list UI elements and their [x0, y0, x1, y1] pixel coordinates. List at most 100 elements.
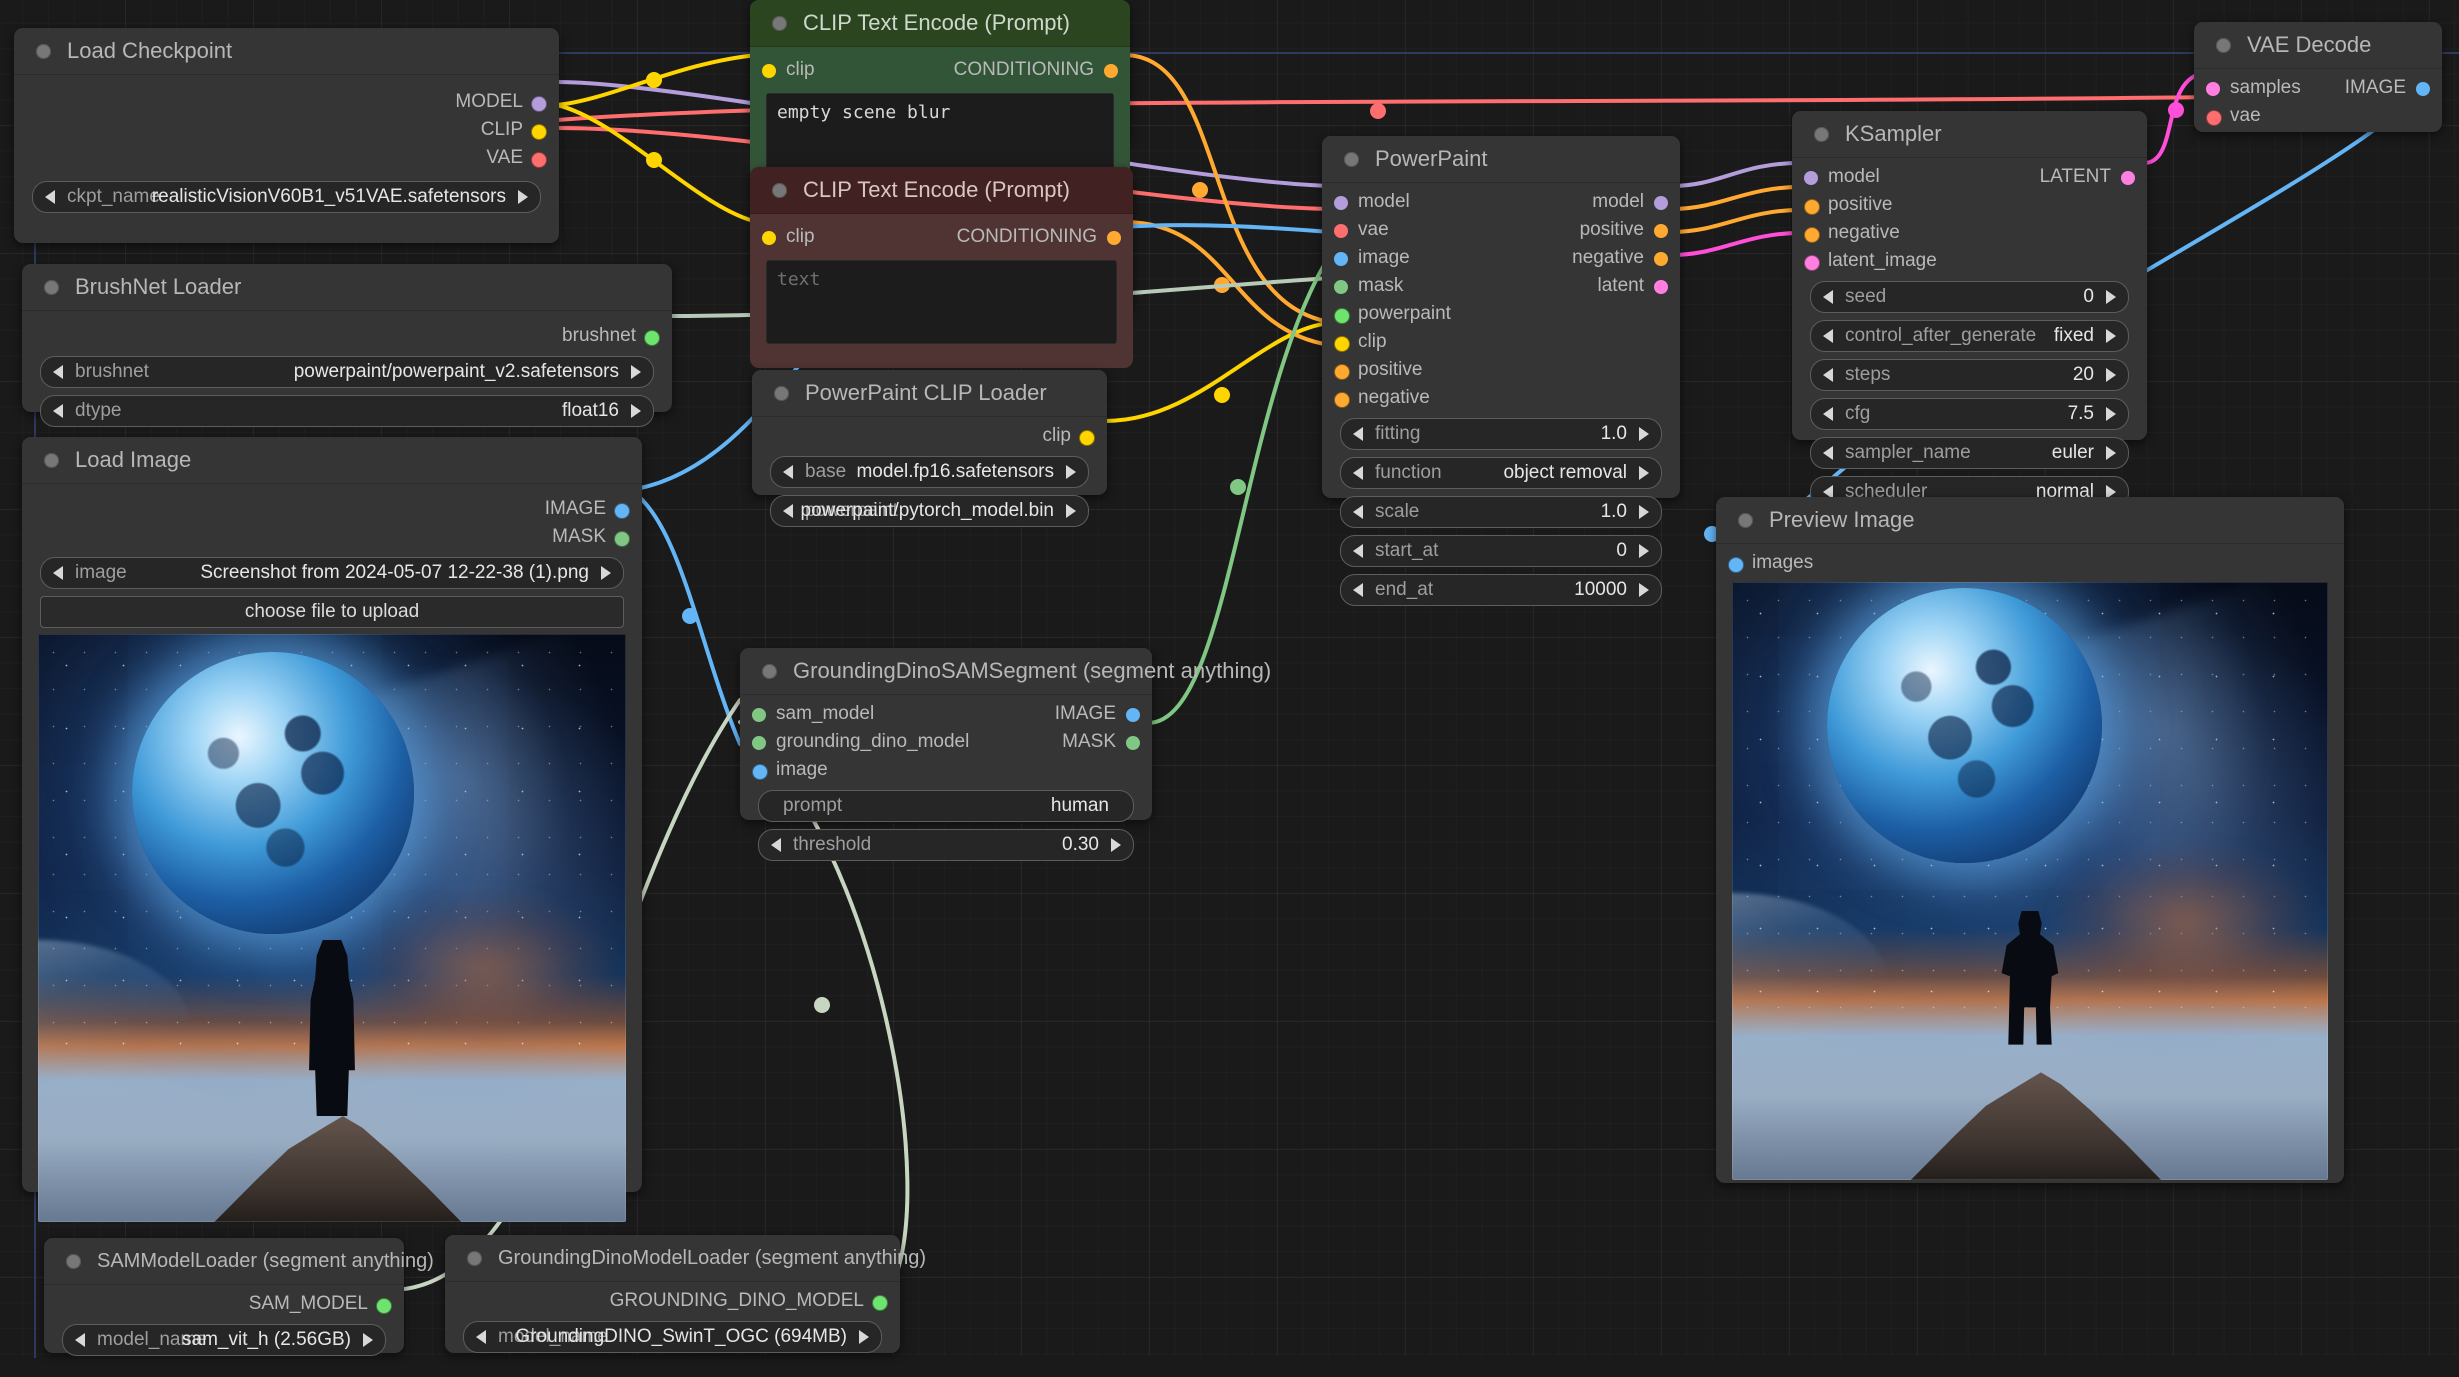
slot-pin-image[interactable]: [1126, 708, 1140, 722]
node-grounding-dino-model-loader[interactable]: GroundingDinoModelLoader (segment anythi…: [445, 1235, 926, 1353]
image-preview-result[interactable]: [1732, 582, 2328, 1180]
widget-steps[interactable]: steps 20: [1810, 359, 2129, 391]
slot-pin-sam-model[interactable]: [752, 708, 766, 722]
widget-function[interactable]: function object removal: [1340, 457, 1662, 489]
prev-arrow-icon[interactable]: [1823, 329, 1833, 343]
output-slot-sam-model[interactable]: SAM_MODEL: [44, 1293, 404, 1317]
node-load-checkpoint[interactable]: Load Checkpoint MODEL CLIP VAE ckpt_name…: [14, 28, 559, 243]
slot-pin-brushnet[interactable]: [644, 330, 660, 346]
next-arrow-icon[interactable]: [1639, 466, 1649, 480]
node-title-bar[interactable]: GroundingDinoSAMSegment (segment anythin…: [740, 648, 1271, 695]
collapse-icon[interactable]: [1738, 512, 1753, 528]
slot-pin-clip[interactable]: [1334, 336, 1350, 352]
prev-arrow-icon[interactable]: [1353, 427, 1363, 441]
next-arrow-icon[interactable]: [1639, 583, 1649, 597]
slot-pin-vae[interactable]: [2206, 110, 2222, 126]
widget-image[interactable]: image Screenshot from 2024-05-07 12-22-3…: [40, 557, 624, 589]
node-title-bar[interactable]: CLIP Text Encode (Prompt): [750, 0, 1130, 47]
collapse-icon[interactable]: [2216, 37, 2231, 53]
prev-arrow-icon[interactable]: [45, 190, 55, 204]
slot-pin-negative-out[interactable]: [1654, 252, 1668, 266]
slot-pin-negative[interactable]: [1804, 227, 1820, 243]
slot-pin-samples[interactable]: [2206, 82, 2220, 96]
collapse-icon[interactable]: [66, 1253, 81, 1269]
input-slot-latent-image[interactable]: latent_image: [1792, 250, 2147, 274]
input-slot-image[interactable]: image: [740, 759, 1152, 783]
slot-pin-image[interactable]: [614, 503, 630, 519]
node-title-bar[interactable]: GroundingDinoModelLoader (segment anythi…: [445, 1235, 926, 1282]
input-slot-positive[interactable]: positive: [1322, 359, 1680, 383]
slot-pin-grounding-dino-model[interactable]: [872, 1295, 888, 1311]
collapse-icon[interactable]: [467, 1250, 482, 1266]
node-clip-text-encode-positive[interactable]: CLIP Text Encode (Prompt) clip CONDITION…: [750, 0, 1130, 201]
node-title-bar[interactable]: PowerPaint: [1322, 136, 1680, 183]
node-powerpaint-clip-loader[interactable]: PowerPaint CLIP Loader clip base model.f…: [752, 370, 1107, 527]
node-powerpaint[interactable]: PowerPaint model model vae positive imag…: [1322, 136, 1680, 606]
node-title-bar[interactable]: Load Checkpoint: [14, 28, 559, 75]
next-arrow-icon[interactable]: [1111, 838, 1121, 852]
prev-arrow-icon[interactable]: [1823, 368, 1833, 382]
output-slot-clip[interactable]: CLIP: [14, 119, 559, 143]
slot-pin-image-in[interactable]: [752, 764, 768, 780]
node-title-bar[interactable]: CLIP Text Encode (Prompt): [750, 167, 1133, 214]
node-clip-text-encode-negative[interactable]: CLIP Text Encode (Prompt) clip CONDITION…: [750, 167, 1133, 368]
input-slot-vae[interactable]: vae: [2194, 105, 2442, 129]
collapse-icon[interactable]: [772, 182, 787, 198]
next-arrow-icon[interactable]: [2106, 446, 2116, 460]
node-preview-image[interactable]: Preview Image images: [1716, 497, 2344, 1183]
prev-arrow-icon[interactable]: [783, 504, 793, 518]
node-sam-model-loader[interactable]: SAMModelLoader (segment anything) SAM_MO…: [44, 1238, 434, 1356]
slot-pin-mask[interactable]: [614, 531, 630, 547]
slot-pin-mask[interactable]: [1334, 280, 1348, 294]
slot-pin-latent-out[interactable]: [2121, 171, 2135, 185]
slot-pin-image-out[interactable]: [2416, 82, 2430, 96]
widget-seed[interactable]: seed 0: [1810, 281, 2129, 313]
output-slot-vae[interactable]: VAE: [14, 147, 559, 171]
slot-pin-clip[interactable]: [762, 231, 776, 245]
node-vae-decode[interactable]: VAE Decode samples IMAGE vae: [2194, 22, 2442, 132]
prev-arrow-icon[interactable]: [1353, 466, 1363, 480]
node-ksampler[interactable]: KSampler model LATENT positive negative …: [1792, 111, 2147, 547]
prev-arrow-icon[interactable]: [75, 1333, 85, 1347]
next-arrow-icon[interactable]: [518, 190, 528, 204]
node-brushnet-loader[interactable]: BrushNet Loader brushnet brushnet powerp…: [22, 264, 672, 427]
input-slot-negative[interactable]: negative: [1792, 222, 2147, 246]
prev-arrow-icon[interactable]: [1353, 505, 1363, 519]
prev-arrow-icon[interactable]: [1823, 290, 1833, 304]
next-arrow-icon[interactable]: [1066, 465, 1076, 479]
node-title-bar[interactable]: KSampler: [1792, 111, 2147, 158]
node-title-bar[interactable]: VAE Decode: [2194, 22, 2442, 69]
node-title-bar[interactable]: Preview Image: [1716, 497, 2344, 544]
slot-pin-vae[interactable]: [531, 152, 547, 168]
node-grounding-dino-sam-segment[interactable]: GroundingDinoSAMSegment (segment anythin…: [740, 648, 1271, 861]
input-slot-images[interactable]: images: [1716, 552, 2344, 576]
prev-arrow-icon[interactable]: [1353, 583, 1363, 597]
slot-pin-positive[interactable]: [1334, 364, 1350, 380]
prev-arrow-icon[interactable]: [53, 566, 63, 580]
widget-model-name[interactable]: model_name GroundingDINO_SwinT_OGC (694M…: [463, 1321, 882, 1353]
graph-canvas[interactable]: Load Checkpoint MODEL CLIP VAE ckpt_name…: [0, 0, 2459, 1358]
next-arrow-icon[interactable]: [1066, 504, 1076, 518]
slot-pin-mask[interactable]: [1126, 736, 1140, 750]
input-slot-positive[interactable]: positive: [1792, 194, 2147, 218]
next-arrow-icon[interactable]: [859, 1330, 869, 1344]
next-arrow-icon[interactable]: [631, 404, 641, 418]
slot-pin-model[interactable]: [1804, 171, 1818, 185]
collapse-icon[interactable]: [36, 43, 51, 59]
slot-pin-clip[interactable]: [762, 64, 776, 78]
prev-arrow-icon[interactable]: [1353, 544, 1363, 558]
collapse-icon[interactable]: [762, 663, 777, 679]
prev-arrow-icon[interactable]: [53, 365, 63, 379]
next-arrow-icon[interactable]: [2106, 329, 2116, 343]
prev-arrow-icon[interactable]: [783, 465, 793, 479]
collapse-icon[interactable]: [772, 15, 787, 31]
slot-pin-grounding-dino-model[interactable]: [752, 736, 766, 750]
widget-base[interactable]: base model.fp16.safetensors: [770, 456, 1089, 488]
slot-pin-clip[interactable]: [531, 124, 547, 140]
slot-pin-vae[interactable]: [1334, 224, 1348, 238]
slot-pin-negative[interactable]: [1334, 392, 1350, 408]
prompt-textarea-positive[interactable]: empty scene blur: [766, 93, 1114, 177]
slot-pin-model-in[interactable]: [1334, 196, 1348, 210]
collapse-icon[interactable]: [44, 452, 59, 468]
next-arrow-icon[interactable]: [363, 1333, 373, 1347]
